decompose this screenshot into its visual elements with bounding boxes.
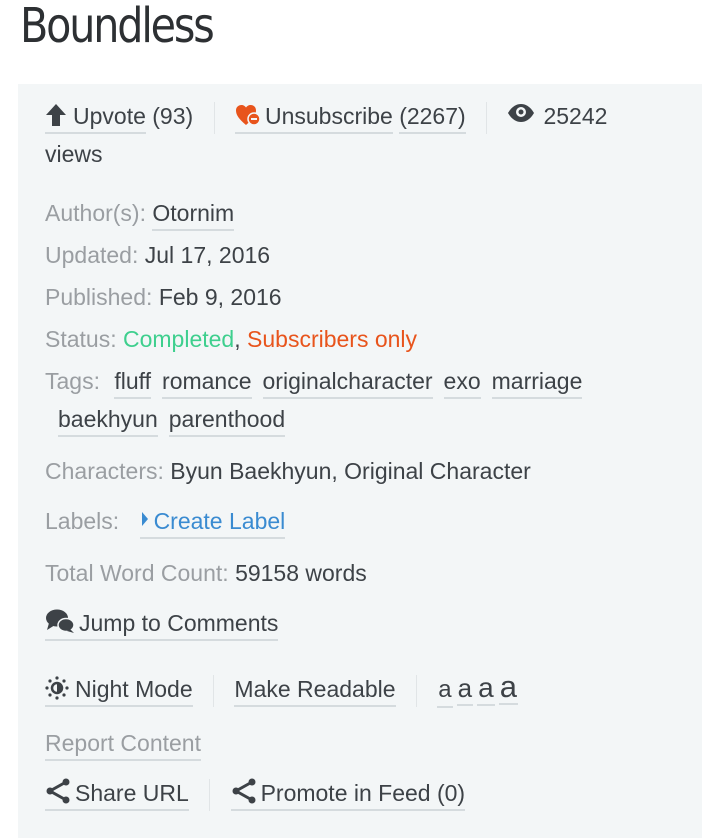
word-count-label: Total Word Count:: [45, 560, 229, 586]
divider: [415, 674, 417, 707]
word-count-value: 59158 words: [235, 560, 367, 586]
word-count-row: Total Word Count: 59158 words: [45, 558, 367, 588]
tag-link[interactable]: baekhyun: [58, 404, 158, 437]
caret-right-icon: [141, 512, 148, 526]
published-label: Published:: [45, 284, 153, 310]
eye-icon: [508, 104, 535, 122]
divider: [486, 101, 488, 134]
tag-link[interactable]: exo: [443, 366, 481, 399]
views-label: views: [45, 141, 103, 167]
divider: [209, 778, 211, 811]
tags-row-2: baekhyun parenthood: [58, 404, 296, 437]
story-title: Boundless: [20, 0, 215, 54]
updated-date: Jul 17, 2016: [144, 242, 271, 268]
author-link[interactable]: Otornim: [152, 198, 235, 231]
updated-label: Updated:: [45, 242, 139, 268]
create-label-text: Create Label: [153, 508, 286, 534]
tags-row: Tags: fluff romance originalcharacter exo ma…: [45, 366, 593, 399]
characters-label: Characters:: [45, 458, 164, 484]
share-url-button[interactable]: Share URL: [45, 778, 189, 811]
tag-link[interactable]: romance: [162, 366, 252, 399]
author-row: Author(s): Otornim: [45, 198, 235, 231]
updated-row: Updated: Jul 17, 2016: [45, 240, 270, 270]
action-row: Upvote (93) Unsubscribe (2267) 25242: [45, 101, 607, 134]
published-date: Feb 9, 2016: [158, 284, 282, 310]
sun-icon: [45, 676, 69, 700]
night-mode-label: Night Mode: [75, 676, 193, 702]
jump-to-comments-row: Jump to Comments: [45, 608, 279, 641]
labels-row: Labels: Create Label: [45, 506, 286, 539]
upvote-button[interactable]: Upvote: [45, 101, 146, 134]
night-mode-button[interactable]: Night Mode: [45, 674, 193, 707]
characters-list: Byun Baekhyun, Original Character: [170, 458, 531, 484]
labels-label: Labels:: [45, 508, 120, 534]
reading-tools-row: Night Mode Make Readable aaaa: [45, 671, 522, 708]
promote-in-feed-label: Promote in Feed (0): [260, 780, 466, 806]
tags-label: Tags:: [45, 368, 100, 394]
divider: [213, 674, 215, 707]
unsubscribe-label: Unsubscribe: [264, 103, 393, 129]
jump-to-comments-button[interactable]: Jump to Comments: [45, 608, 279, 641]
upvote-arrow-icon: [46, 104, 66, 126]
tag-link[interactable]: parenthood: [168, 404, 286, 437]
views-count: 25242: [543, 103, 608, 129]
subscriber-count[interactable]: (2267): [399, 101, 466, 134]
status-completed: Completed: [123, 326, 235, 352]
status-subscribers-only: Subscribers only: [247, 326, 418, 352]
report-row: Report Content: [45, 728, 201, 761]
unsubscribe-button[interactable]: Unsubscribe: [234, 101, 393, 134]
divider: [213, 101, 215, 134]
create-label-button[interactable]: Create Label: [139, 506, 286, 539]
status-separator: ,: [234, 326, 241, 352]
published-row: Published: Feb 9, 2016: [45, 282, 282, 312]
status-label: Status:: [45, 326, 117, 352]
make-readable-button[interactable]: Make Readable: [234, 674, 396, 707]
font-size-large-button[interactable]: a: [477, 673, 495, 706]
heart-minus-icon: [235, 105, 261, 126]
share-row: Share URL Promote in Feed (0): [45, 778, 466, 811]
share-icon: [232, 778, 256, 804]
share-icon: [46, 778, 70, 804]
status-row: Status: Completed, Subscribers only: [45, 324, 417, 354]
tag-link[interactable]: fluff: [114, 366, 152, 399]
tag-link[interactable]: marriage: [491, 366, 583, 399]
tag-link[interactable]: originalcharacter: [262, 366, 433, 399]
story-info-panel: Upvote (93) Unsubscribe (2267) 25242 vie…: [18, 84, 702, 838]
font-size-xlarge-button[interactable]: a: [498, 671, 518, 705]
report-content-button[interactable]: Report Content: [45, 728, 201, 761]
font-size-medium-button[interactable]: a: [456, 673, 474, 706]
jump-to-comments-label: Jump to Comments: [79, 610, 279, 636]
comments-icon: [46, 609, 75, 633]
characters-row: Characters: Byun Baekhyun, Original Char…: [45, 456, 531, 486]
font-size-small-button[interactable]: a: [437, 675, 453, 708]
upvote-count: (93): [152, 103, 194, 129]
upvote-label: Upvote: [73, 103, 146, 129]
share-url-label: Share URL: [75, 780, 189, 806]
promote-in-feed-button[interactable]: Promote in Feed (0): [230, 778, 466, 811]
author-label: Author(s):: [45, 200, 146, 226]
